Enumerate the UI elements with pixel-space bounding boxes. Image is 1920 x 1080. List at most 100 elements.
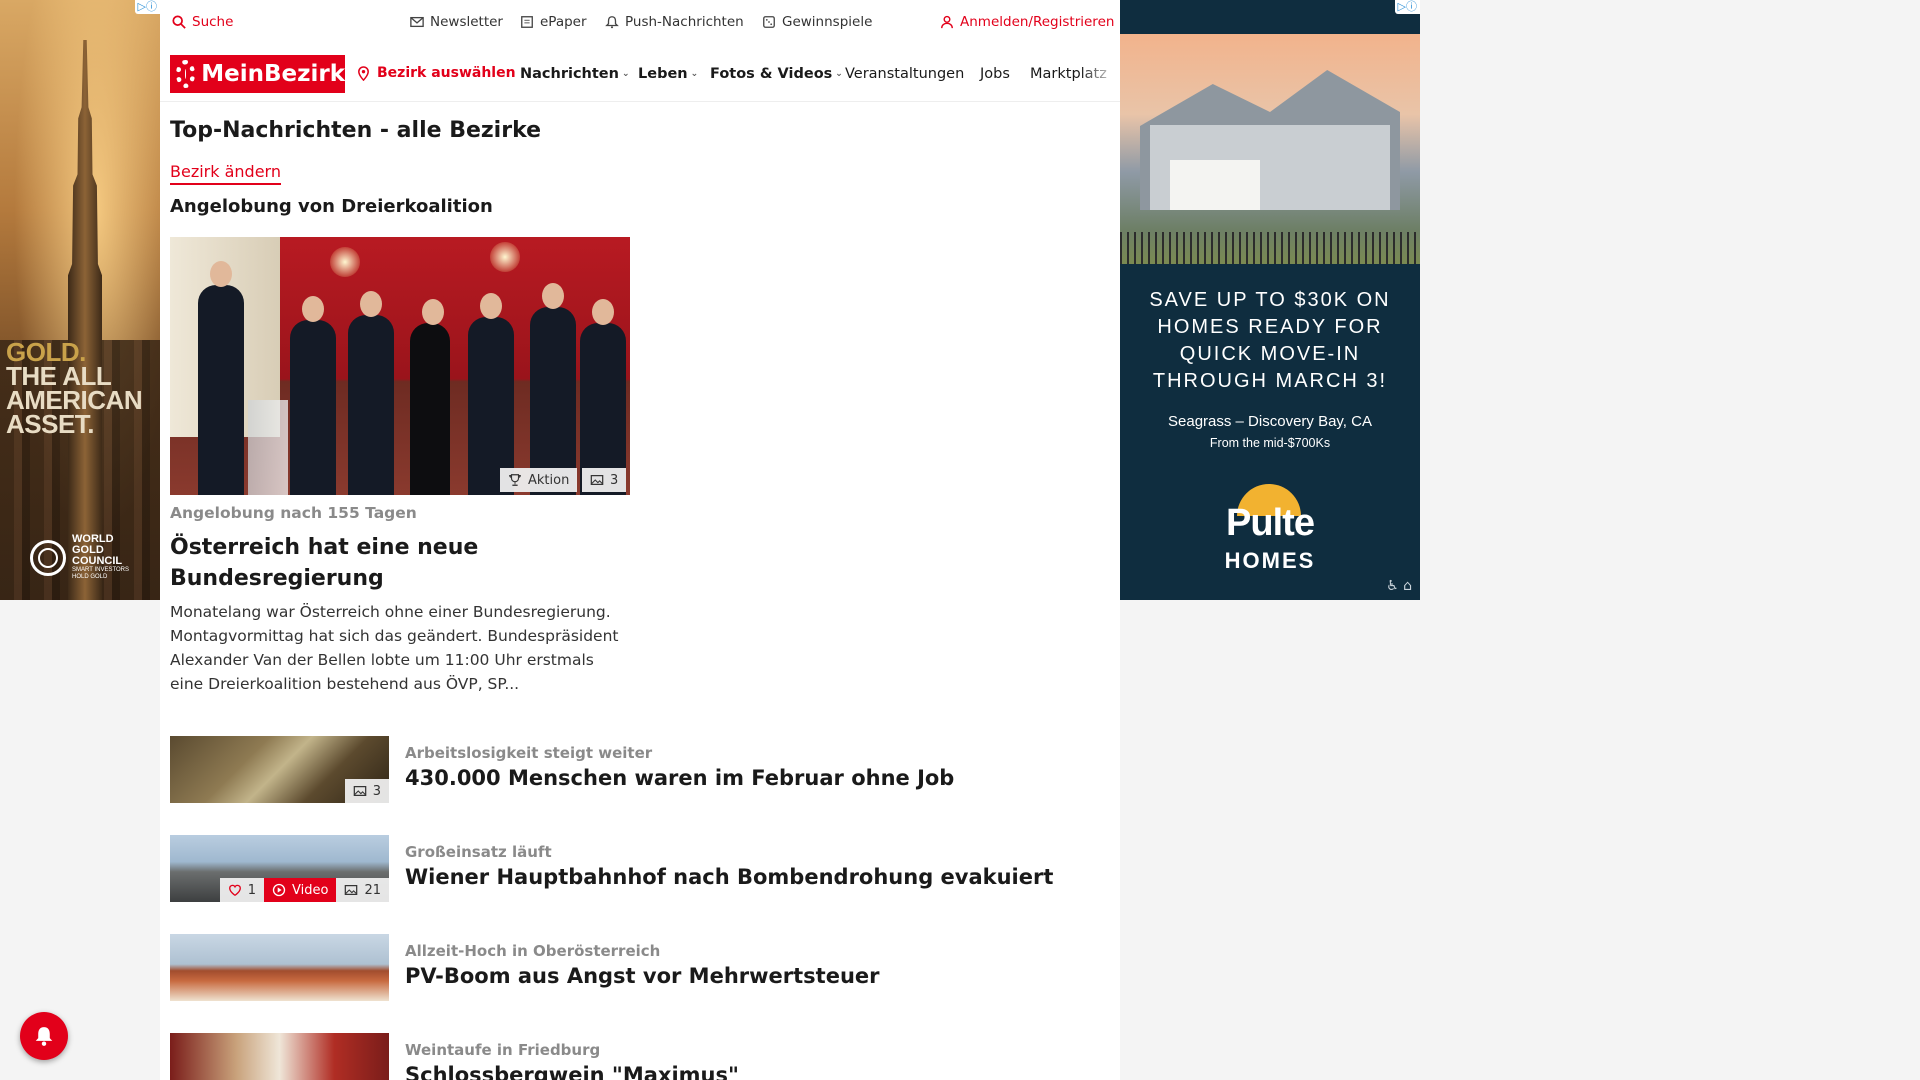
nav-leben-label: Leben [638,66,688,82]
ad-right-brand: Pulte [1226,502,1315,544]
ad-right-rectangle[interactable]: SAVE UP TO $30K ON HOMES READY FOR QUICK… [1120,0,1420,600]
image-icon [590,475,604,485]
ad-left-skyscraper[interactable]: GOLD. THE ALL AMERICAN ASSET. WORLD GOLD… [0,0,160,600]
likes-count: 1 [247,882,257,898]
person [348,291,394,495]
house-garage [1170,160,1260,210]
gewinnspiele-label: Gewinnspiele [782,14,873,30]
accessibility-icon: ♿ ⌂ [1386,578,1412,594]
house-fence [1120,232,1420,264]
ad-left-headline: GOLD. THE ALL AMERICAN ASSET. [6,339,156,439]
login-label: Anmelden/Registrieren [960,14,1115,30]
article-thumbnail[interactable] [170,1033,389,1080]
epaper-label: ePaper [540,14,587,30]
photo-count-badge: 21 [336,878,389,902]
chevron-down-icon: ⌄ [621,69,630,79]
ad-right-brand-sub: HOMES [1224,548,1316,573]
page-title: Top-Nachrichten - alle Bezirke [170,118,542,143]
newspaper-icon [521,16,533,28]
nav-veranstaltungen[interactable]: Veranstaltungen [845,66,964,82]
push-link[interactable]: Push-Nachrichten [605,14,744,30]
nav-nachrichten[interactable]: Nachrichten ⌄ [520,66,630,82]
hero-kicker: Angelobung nach 155 Tagen [170,504,417,522]
list-item[interactable]: 3 Arbeitslosigkeit steigt weiter 430.000… [170,736,1070,804]
article-kicker: Großeinsatz läuft [405,843,552,861]
search-link[interactable]: Suche [172,14,233,30]
section-title: Angelobung von Dreierkoalition [170,196,493,217]
person [530,283,576,495]
change-bezirk-link[interactable]: Bezirk ändern [170,162,281,185]
nav-nachrichten-label: Nachrichten [520,66,619,82]
aktion-label: Aktion [528,472,570,488]
login-link[interactable]: Anmelden/Registrieren [940,14,1114,30]
notification-bell-button[interactable] [20,1012,68,1060]
logo-text: MeinBezirk [201,61,345,87]
nav-fotos-videos[interactable]: Fotos & Videos ⌄ [710,66,843,82]
nav-fotos-videos-label: Fotos & Videos [710,66,833,82]
chandelier [330,247,360,277]
image-icon [345,885,358,895]
location-pin-icon [358,65,369,81]
article-kicker: Allzeit-Hoch in Oberösterreich [405,942,661,960]
list-item[interactable]: Weintaufe in Friedburg Schlossbergwein "… [170,1033,1070,1080]
main-column: Suche Newsletter ePaper Push-Nachrichten… [160,0,1120,1080]
chandelier [490,242,520,272]
photo-count-badge: 3 [582,468,627,492]
chevron-down-icon: ⌄ [690,69,699,79]
article-title-link[interactable]: 430.000 Menschen waren im Februar ohne J… [405,766,954,790]
article-thumbnail[interactable] [170,934,389,1001]
hero-title-link[interactable]: Österreich hat eine neue Bundesregierung [170,532,630,594]
photo-count: 21 [364,882,381,898]
mail-icon [410,16,424,28]
user-icon [941,15,953,29]
chevron-down-icon: ⌄ [835,69,843,79]
list-item[interactable]: 1 Video 21 Großeinsatz läuft Wiener Haup… [170,835,1070,903]
ad-right-price: From the mid-$700Ks [1209,436,1331,450]
article-thumbnail[interactable]: 3 [170,736,389,803]
dice-icon [763,16,775,28]
hero-image[interactable]: Aktion 3 [170,237,630,495]
nav-fade [1080,46,1120,101]
photo-count: 3 [372,783,381,799]
logo[interactable]: MeinBezirk [170,55,345,93]
ad-right-headline: SAVE UP TO $30K ON HOMES READY FOR QUICK… [1149,289,1391,392]
newsletter-link[interactable]: Newsletter [410,14,503,30]
trophy-icon [509,474,521,486]
ad-left-line2: THE ALL AMERICAN ASSET. [6,361,143,439]
article-kicker: Arbeitslosigkeit steigt weiter [405,744,653,762]
bell-icon [605,16,619,29]
bezirk-select-label: Bezirk auswählen [377,65,516,81]
search-icon [172,15,186,29]
photo-count: 3 [610,472,619,488]
top-utility-bar: Suche Newsletter ePaper Push-Nachrichten… [160,0,1120,46]
photo-count-badge: 3 [344,779,389,803]
adchoices-icon[interactable]: ▷ⓘ [134,0,160,14]
article-title-link[interactable]: Schlossbergwein "Maximus" [405,1063,739,1080]
likes-badge: 1 [219,878,265,902]
nav-jobs[interactable]: Jobs [980,66,1010,82]
person [410,299,450,495]
epaper-link[interactable]: ePaper [520,14,587,30]
list-item[interactable]: Allzeit-Hoch in Oberösterreich PV-Boom a… [170,934,1070,1002]
article-kicker: Weintaufe in Friedburg [405,1041,601,1059]
search-label: Suche [192,14,234,30]
nav-veranstaltungen-label: Veranstaltungen [845,66,965,82]
nav-leben[interactable]: Leben ⌄ [638,66,698,82]
bezirk-select-button[interactable]: Bezirk auswählen [356,65,516,81]
ad-left-brand-name: WORLD GOLD COUNCIL [72,533,123,567]
gewinnspiele-link[interactable]: Gewinnspiele [762,14,872,30]
push-label: Push-Nachrichten [625,14,744,30]
main-navigation: MeinBezirk Bezirk auswählen Nachrichten … [160,46,1120,102]
article-thumbnail[interactable]: 1 Video 21 [170,835,389,902]
article-title-link[interactable]: Wiener Hauptbahnhof nach Bombendrohung e… [405,865,1053,889]
aktion-badge: Aktion [500,468,578,492]
nav-jobs-label: Jobs [980,66,1010,82]
article-title-link[interactable]: PV-Boom aus Angst vor Mehrwertsteuer [405,964,880,988]
ad-left-tagline: SMART INVESTORS HOLD GOLD [72,567,130,580]
heart-icon [228,884,241,897]
adchoices-icon[interactable]: ▷ⓘ [1394,0,1420,14]
ad-left-brand: WORLD GOLD COUNCIL SMART INVESTORS HOLD … [30,534,132,581]
hero-teaser: Monatelang war Österreich ohne einer Bun… [170,603,619,693]
newsletter-label: Newsletter [430,14,503,30]
wgc-logo-icon [30,539,66,576]
